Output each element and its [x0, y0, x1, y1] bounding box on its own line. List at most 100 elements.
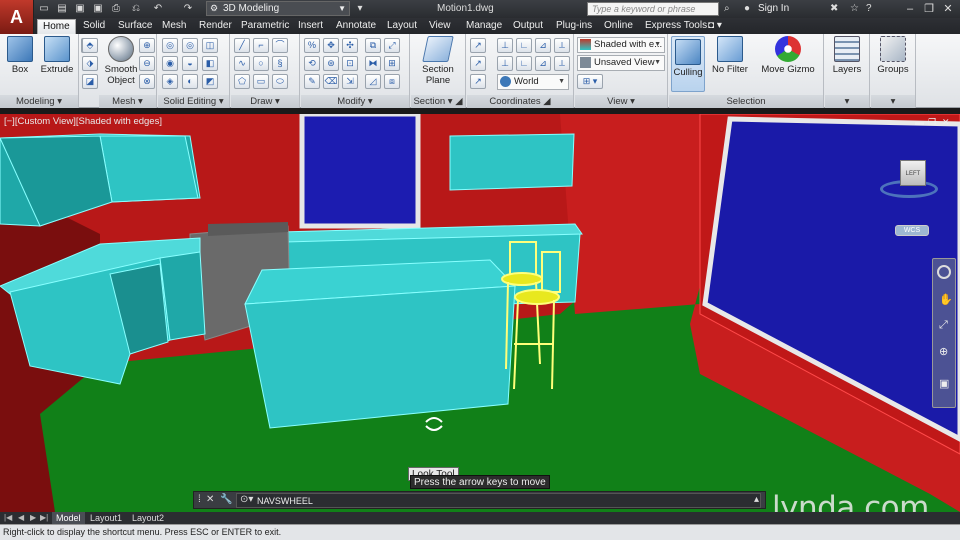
ucs-x-icon[interactable]: ⟂ [554, 38, 570, 53]
sign-in-button[interactable]: Sign In [758, 3, 789, 14]
move-gizmo-button[interactable]: Move Gizmo [759, 36, 817, 75]
wrench-icon[interactable]: 🔧 [220, 494, 232, 505]
close-icon[interactable]: ✕ [206, 494, 214, 505]
ucs-face-icon[interactable]: ∟ [516, 56, 532, 71]
tab-view[interactable]: View [424, 19, 456, 34]
command-input[interactable]: NAVSWHEEL [236, 493, 761, 508]
binoculars-icon[interactable]: ⌕ [724, 3, 730, 15]
tab-output[interactable]: Output [508, 19, 548, 34]
ucs-view-icon[interactable]: ↗ [470, 56, 486, 71]
presspull-icon[interactable]: ⬘ [82, 38, 98, 53]
ucs-icon[interactable]: ↗ [470, 38, 486, 53]
3d-align-icon[interactable]: ⧉ [365, 38, 381, 53]
groups-button[interactable]: Groups [873, 36, 913, 75]
redo-icon[interactable]: ↷ [182, 3, 194, 15]
polygon-icon[interactable]: ⬠ [234, 74, 250, 89]
tab-insert[interactable]: Insert [293, 19, 328, 34]
chamfer-icon[interactable]: ◿ [365, 74, 381, 89]
exchange-icon[interactable]: ✖ [830, 3, 838, 15]
orbit-icon[interactable]: ⊕ [939, 345, 948, 358]
viewcube[interactable]: LEFT [878, 158, 942, 208]
rotate-icon[interactable]: ⟲ [304, 56, 320, 71]
mesh-smooth-more-icon[interactable]: ⊕ [139, 38, 155, 53]
fillet-icon[interactable]: % [304, 38, 320, 53]
tab-express-tools[interactable]: Express Tools [640, 19, 712, 34]
panel-title-layers[interactable]: ▾ [825, 95, 869, 108]
circle-icon[interactable]: ○ [253, 56, 269, 71]
panel-title-draw[interactable]: Draw ▾ [231, 95, 299, 108]
application-menu-button[interactable]: A [0, 0, 34, 34]
trim-icon[interactable]: ✎ [304, 74, 320, 89]
subtract-icon[interactable]: ◎ [182, 38, 198, 53]
arc-icon[interactable]: ⌒ [272, 38, 288, 53]
first-tab-icon[interactable]: |◀ [4, 512, 12, 524]
sweep-icon[interactable]: ⬗ [82, 56, 98, 71]
star-icon[interactable]: ☆ [850, 3, 859, 15]
help-icon[interactable]: ? [866, 3, 872, 15]
drawing-viewport[interactable]: [−][Custom View][Shaded with edges] ▬ ❐ … [0, 114, 960, 512]
restore-icon[interactable]: ❐ [922, 2, 936, 16]
tab-render[interactable]: Render [194, 19, 237, 34]
showmotion-icon[interactable]: ▣ [939, 377, 949, 390]
tab-plug-ins[interactable]: Plug-ins [551, 19, 597, 34]
3d-array-icon[interactable]: ⊞ [384, 56, 400, 71]
culling-button[interactable]: Culling [671, 36, 705, 92]
viewport-restore-icon[interactable]: ❐ [928, 117, 936, 128]
layout-tab-layout2[interactable]: Layout2 [128, 512, 168, 524]
open-file-icon[interactable]: ▤ [56, 3, 68, 15]
layout-tab-model[interactable]: Model [52, 512, 85, 524]
tab-manage[interactable]: Manage [461, 19, 507, 34]
intersect-icon[interactable]: ◉ [162, 56, 178, 71]
layout-tab-layout1[interactable]: Layout1 [86, 512, 126, 524]
ellipse-icon[interactable]: ⬭ [272, 74, 288, 89]
ucs-y-icon[interactable]: ⟂ [554, 56, 570, 71]
offset-icon[interactable]: ⊡ [342, 56, 358, 71]
mesh-smooth-less-icon[interactable]: ⊖ [139, 56, 155, 71]
panel-title-groups[interactable]: ▾ [871, 95, 915, 108]
undo-icon[interactable]: ↶ [152, 3, 164, 15]
grip-icon[interactable]: ⁞ [198, 494, 201, 505]
panel-title-selection[interactable]: Selection [669, 95, 823, 108]
3d-mirror-icon[interactable]: ⧓ [365, 56, 381, 71]
line-icon[interactable]: ╱ [234, 38, 250, 53]
ucs-3point-icon[interactable]: ⊿ [535, 38, 551, 53]
mesh-refine-icon[interactable]: ⊗ [139, 74, 155, 89]
ucs-origin-icon[interactable]: ⊥ [497, 38, 513, 53]
new-file-icon[interactable]: ▭ [38, 3, 50, 15]
qat-dropdown-icon[interactable]: ▾ [354, 3, 366, 15]
save-icon[interactable]: ▣ [74, 3, 86, 15]
panel-title-section[interactable]: Section ▾ ◢ [411, 95, 465, 108]
tab-surface[interactable]: Surface [113, 19, 157, 34]
tab-online[interactable]: Online [599, 19, 638, 34]
union-icon[interactable]: ◎ [162, 38, 178, 53]
ucs-dropdown[interactable]: World ▼ [497, 74, 569, 90]
tab-solid[interactable]: Solid [78, 19, 110, 34]
layers-button[interactable]: Layers [827, 36, 867, 75]
3d-move-icon[interactable]: ✣ [342, 38, 358, 53]
spline-icon[interactable]: ∿ [234, 56, 250, 71]
viewport-controls-label[interactable]: [−][Custom View][Shaded with edges] [4, 116, 162, 127]
tab-layout[interactable]: Layout [382, 19, 422, 34]
redo-history-icon[interactable]: ⎌ [130, 3, 142, 15]
slice-icon[interactable]: ◒ [182, 56, 198, 71]
section-plane-button[interactable]: Section Plane [418, 36, 458, 86]
3d-rotate-icon[interactable]: ⊛ [323, 56, 339, 71]
extract-edges-icon[interactable]: ◫ [202, 38, 218, 53]
panel-title-coordinates[interactable]: Coordinates ◢ [467, 95, 573, 108]
smooth-object-button[interactable]: Smooth Object [101, 36, 141, 86]
viewport-minimize-icon[interactable]: ▬ [915, 117, 924, 127]
separate-icon[interactable]: ◧ [202, 56, 218, 71]
panel-title-modeling[interactable]: Modeling ▾ [0, 95, 78, 108]
panel-title-view[interactable]: View ▾ [575, 95, 667, 108]
interfere-icon[interactable]: ◈ [162, 74, 178, 89]
pan-icon[interactable]: ✋ [939, 293, 953, 306]
3d-scale-icon[interactable]: ⤢ [384, 38, 400, 53]
move-icon[interactable]: ✥ [323, 38, 339, 53]
plot-icon[interactable]: ⎙ [110, 3, 122, 15]
tab-home[interactable]: Home [37, 19, 76, 34]
workspace-dropdown[interactable]: ⚙ 3D Modeling ▼ [206, 1, 350, 16]
close-icon[interactable]: ✕ [941, 2, 955, 16]
no-filter-button[interactable]: No Filter [709, 36, 751, 75]
tab-parametric[interactable]: Parametric [236, 19, 294, 34]
loft-icon[interactable]: ◪ [82, 74, 98, 89]
